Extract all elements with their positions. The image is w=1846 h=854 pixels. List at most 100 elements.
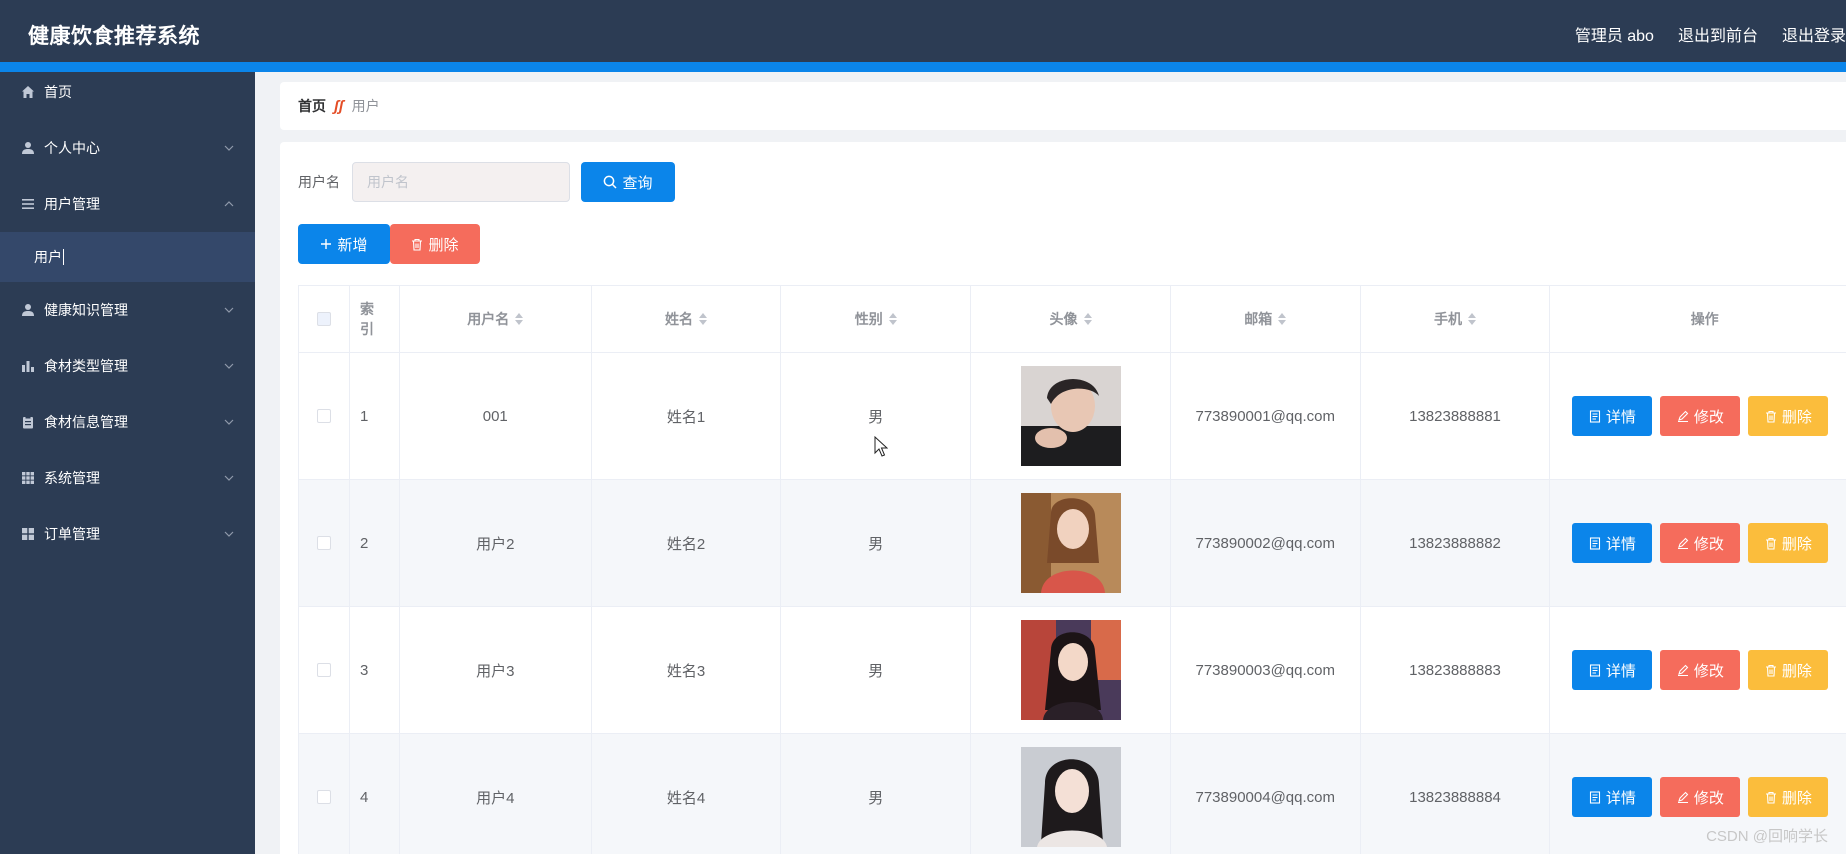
sort-icon[interactable] [699, 312, 708, 326]
chevron-down-icon [224, 145, 234, 151]
detail-button-label: 详情 [1605, 535, 1636, 553]
edit-icon [1677, 791, 1689, 803]
add-button-label: 新增 [337, 236, 368, 254]
detail-button[interactable]: 详情 [1572, 650, 1653, 690]
trash-icon [1765, 537, 1776, 550]
sort-icon[interactable] [1083, 312, 1092, 326]
row-checkbox[interactable] [316, 536, 331, 550]
sidebar-item-orders[interactable]: 订单管理 [0, 506, 255, 562]
header-label: 性别 [854, 311, 883, 327]
detail-button[interactable]: 详情 [1572, 523, 1653, 563]
cell-avatar [971, 353, 1171, 479]
user-table: 索引 用户名 姓名 性别 头像 邮箱 手机 操作 1 001 姓名1 男 773… [298, 285, 1846, 854]
sidebar-item-personal-center[interactable]: 个人中心 [0, 120, 255, 176]
table-header-row: 索引 用户名 姓名 性别 头像 邮箱 手机 操作 [299, 286, 1846, 353]
detail-button[interactable]: 详情 [1572, 777, 1653, 817]
cell-email: 773890001@qq.com [1171, 353, 1361, 479]
header-avatar[interactable]: 头像 [971, 286, 1171, 352]
add-button[interactable]: 新增 [298, 224, 390, 264]
batch-delete-button[interactable]: 删除 [390, 224, 480, 264]
header-phone[interactable]: 手机 [1361, 286, 1551, 352]
search-bar: 用户名 查询 [298, 162, 675, 202]
cell-index: 2 [350, 480, 400, 606]
breadcrumb-home[interactable]: 首页 [298, 96, 326, 116]
header-actions: 管理员 abo 退出到前台 退出登录 [1575, 22, 1846, 46]
app-title: 健康饮食推荐系统 [28, 25, 200, 48]
header-name[interactable]: 姓名 [592, 286, 782, 352]
cell-phone: 13823888882 [1361, 480, 1551, 606]
cell-username: 用户4 [400, 734, 592, 854]
query-button[interactable]: 查询 [581, 162, 675, 202]
row-checkbox[interactable] [316, 409, 331, 423]
sidebar-item-home[interactable]: 首页 [0, 64, 255, 120]
trash-icon [1765, 410, 1776, 423]
grid-icon [20, 470, 36, 486]
detail-button[interactable]: 详情 [1572, 396, 1653, 436]
sidebar-subitem-user[interactable]: 用户 [0, 232, 255, 282]
select-all-checkbox[interactable] [316, 312, 331, 326]
edit-button[interactable]: 修改 [1660, 396, 1741, 436]
sidebar-item-health-knowledge[interactable]: 健康知识管理 [0, 282, 255, 338]
header-label: 操作 [1690, 311, 1719, 327]
row-checkbox[interactable] [316, 663, 331, 677]
delete-button[interactable]: 删除 [1748, 777, 1829, 817]
cell-username: 001 [400, 353, 592, 479]
edit-button-label: 修改 [1693, 662, 1724, 680]
row-checkbox-cell [299, 480, 350, 606]
sort-icon[interactable] [888, 312, 897, 326]
header-username[interactable]: 用户名 [400, 286, 592, 352]
edit-button[interactable]: 修改 [1660, 523, 1741, 563]
top-header: 健康饮食推荐系统 管理员 abo 退出到前台 退出登录 [0, 0, 1846, 72]
back-to-front-link[interactable]: 退出到前台 [1678, 22, 1758, 46]
avatar [1020, 493, 1121, 593]
cell-avatar [971, 480, 1171, 606]
document-icon [1589, 536, 1600, 550]
cell-name: 姓名2 [592, 480, 782, 606]
cell-operations: 详情 修改 删除 [1550, 353, 1846, 479]
cell-sex: 男 [781, 480, 972, 606]
delete-button[interactable]: 删除 [1748, 523, 1829, 563]
row-checkbox-cell [299, 353, 350, 479]
trash-icon [412, 238, 423, 251]
edit-button-label: 修改 [1693, 789, 1724, 807]
detail-button-label: 详情 [1605, 662, 1636, 680]
sidebar: 首页 个人中心 用户管理 用户 健康知识管理 食材类型管理 食材信息管理 系统管… [0, 72, 255, 854]
cell-phone: 13823888883 [1361, 607, 1551, 733]
sidebar-item-label: 食材信息管理 [44, 414, 128, 430]
chevron-down-icon [224, 475, 234, 481]
header-sex[interactable]: 性别 [781, 286, 972, 352]
header-operations: 操作 [1550, 286, 1846, 352]
table-row: 4 用户4 姓名4 男 773890004@qq.com 13823888884… [299, 734, 1846, 854]
sort-icon[interactable] [1468, 312, 1477, 326]
edit-button[interactable]: 修改 [1660, 777, 1741, 817]
cell-email: 773890003@qq.com [1171, 607, 1361, 733]
cell-name: 姓名4 [592, 734, 782, 854]
sidebar-subitem-label: 用户 [34, 249, 62, 265]
header-label: 手机 [1434, 311, 1463, 327]
header-label: 头像 [1049, 311, 1078, 327]
edit-button-label: 修改 [1693, 408, 1724, 426]
admin-user-label[interactable]: 管理员 abo [1575, 22, 1654, 46]
delete-button[interactable]: 删除 [1748, 650, 1829, 690]
logout-link[interactable]: 退出登录 [1782, 22, 1846, 46]
sidebar-item-ingredient-info[interactable]: 食材信息管理 [0, 394, 255, 450]
user-icon [20, 140, 36, 156]
cell-avatar [971, 734, 1171, 854]
delete-button[interactable]: 删除 [1748, 396, 1829, 436]
edit-button[interactable]: 修改 [1660, 650, 1741, 690]
row-checkbox[interactable] [316, 790, 331, 804]
header-email[interactable]: 邮箱 [1171, 286, 1361, 352]
sort-icon[interactable] [515, 312, 524, 326]
username-search-input[interactable] [352, 162, 570, 202]
header-index: 索引 [350, 286, 400, 352]
sidebar-item-user-management[interactable]: 用户管理 [0, 176, 255, 232]
cell-operations: 详情 修改 删除 [1550, 607, 1846, 733]
trash-icon [1765, 664, 1776, 677]
list-icon [20, 196, 36, 212]
sidebar-item-label: 个人中心 [44, 140, 100, 156]
sidebar-item-system[interactable]: 系统管理 [0, 450, 255, 506]
cell-username: 用户3 [400, 607, 592, 733]
sidebar-item-ingredient-type[interactable]: 食材类型管理 [0, 338, 255, 394]
header-label: 姓名 [665, 311, 694, 327]
sort-icon[interactable] [1278, 312, 1287, 326]
